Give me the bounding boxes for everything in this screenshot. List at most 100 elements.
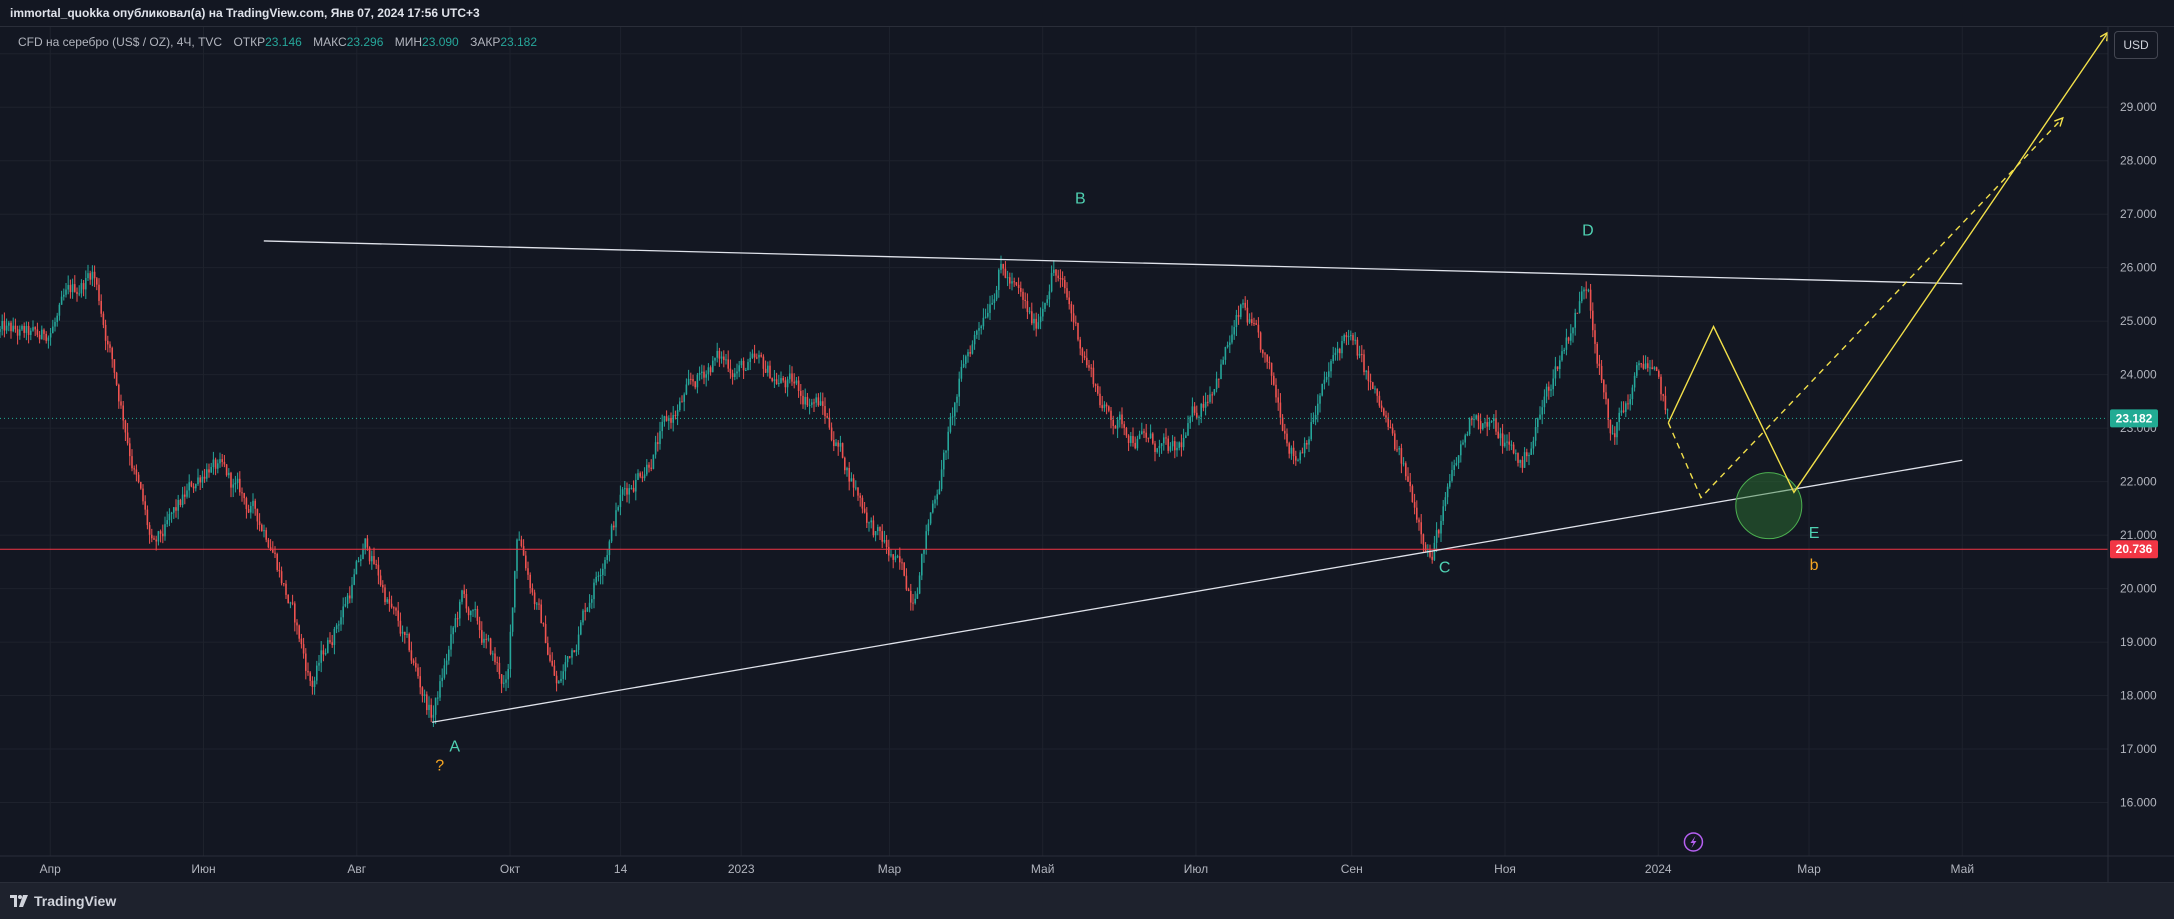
candle-body [1112, 420, 1114, 426]
candle-body [892, 554, 894, 560]
candle-body [553, 665, 556, 676]
price-chart[interactable]: A? B C D Eb 16.000 17.000 18.000 19.000 20.000 21… [0, 27, 2174, 882]
candle-body [901, 562, 903, 564]
candle-body [1187, 423, 1189, 436]
candle-body [879, 527, 881, 532]
candle-body [93, 271, 96, 279]
candle-body [835, 442, 837, 447]
tradingview-logo-icon [10, 895, 28, 907]
candle-body [971, 344, 974, 354]
candle-body [844, 457, 846, 471]
candle-body [34, 327, 36, 330]
candle-body [111, 347, 113, 360]
candle-body [221, 459, 223, 462]
candle-body [311, 680, 314, 687]
candle-body [1378, 395, 1381, 406]
candle-body [1336, 348, 1339, 353]
candle-body [1383, 408, 1385, 416]
candle-body [558, 681, 560, 684]
candle-body [896, 556, 899, 558]
candle-body [613, 525, 615, 528]
candle-body [76, 291, 78, 294]
candle-body [1477, 415, 1480, 422]
candle-body [1242, 302, 1244, 305]
candle-body [1484, 422, 1486, 424]
symbol-legend[interactable]: CFD на серебро (US$ / OZ), 4Ч, TVC ОТКР2… [18, 35, 537, 49]
candle-body [1323, 379, 1326, 384]
candle-body [133, 468, 135, 470]
open-label: ОТКР [233, 35, 266, 49]
candle-body [584, 610, 586, 612]
candle-body [738, 365, 740, 372]
candle-body [1528, 454, 1530, 457]
candle-body [575, 649, 578, 652]
candle-body [483, 638, 485, 643]
candle-body [351, 584, 353, 599]
candle-body [905, 575, 908, 590]
candle-body [1585, 289, 1587, 291]
candle-body [1215, 378, 1218, 390]
candle-body [1347, 336, 1350, 338]
candle-body [793, 381, 795, 384]
candle-body [388, 599, 391, 604]
candle-body [606, 555, 608, 560]
candle-body [243, 493, 245, 499]
candle-body [98, 284, 100, 301]
candle-body [1037, 322, 1040, 329]
candle-body [947, 431, 949, 451]
candle-body [1119, 414, 1121, 420]
candle-body [1438, 530, 1440, 534]
time-tick-label: Июл [1184, 862, 1208, 876]
candle-body [1180, 442, 1183, 448]
candle-body [305, 653, 307, 671]
candle-body [817, 397, 820, 406]
candle-body [1081, 348, 1084, 356]
candle-body [540, 604, 542, 624]
candle-body [65, 289, 67, 295]
candle-body [1636, 365, 1638, 376]
candle-body [1554, 366, 1557, 379]
candle-body [1319, 395, 1321, 404]
candle-body [239, 478, 241, 493]
candle-body [1345, 335, 1348, 338]
candle-body [85, 278, 87, 290]
candle-body [415, 662, 417, 668]
candle-body [1094, 384, 1097, 386]
candle-body [868, 522, 870, 524]
time-tick-label: Сен [1341, 862, 1363, 876]
candle-body [122, 405, 124, 421]
candle-body [1413, 502, 1416, 508]
candle-body [144, 501, 146, 510]
candle-body [1301, 452, 1304, 454]
candle-body [762, 356, 765, 369]
candle-body [934, 499, 936, 504]
candle-body [621, 489, 624, 495]
candle-body [465, 594, 468, 609]
candle-body [503, 682, 505, 684]
candle-body [1350, 335, 1352, 337]
price-tick-label: 29.000 [2120, 100, 2157, 114]
candle-body [527, 568, 529, 575]
candle-body [1176, 447, 1178, 451]
candle-body [1396, 449, 1398, 451]
price-axis[interactable]: 16.000 17.000 18.000 19.000 20.000 21.000 22.0… [2107, 27, 2174, 882]
candle-body [397, 610, 399, 621]
currency-button[interactable]: USD [2114, 31, 2158, 59]
candle-body [1638, 363, 1640, 366]
candle-body [938, 488, 941, 495]
candle-body [1334, 352, 1337, 356]
candle-body [767, 365, 769, 373]
candle-body [153, 538, 155, 540]
candle-body [1147, 437, 1150, 439]
candle-body [3, 320, 6, 331]
candle-body [984, 316, 987, 318]
candle-body [252, 500, 254, 507]
candle-body [487, 638, 490, 640]
candle-body [795, 380, 798, 384]
candle-body [188, 482, 190, 491]
candle-body [166, 520, 168, 525]
tradingview-logo[interactable]: TradingView [10, 893, 116, 909]
candle-body [1079, 339, 1081, 349]
wave-label-C: C [1439, 560, 1451, 577]
candle-body [1598, 363, 1601, 367]
